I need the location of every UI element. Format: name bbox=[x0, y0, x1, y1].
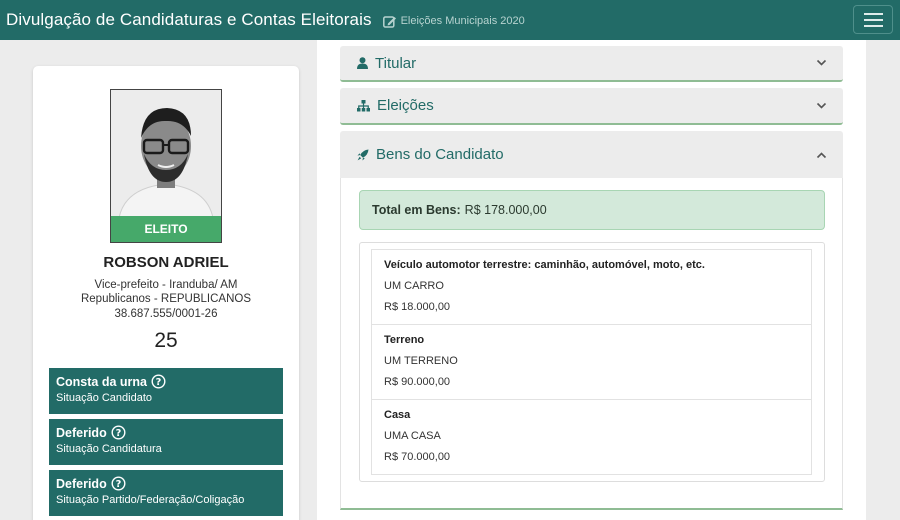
asset-value: R$ 90.000,00 bbox=[384, 376, 451, 388]
asset-description: UMA CASA bbox=[384, 430, 441, 442]
bens-panel: Total em Bens: R$ 178.000,00 Veículo aut… bbox=[340, 178, 843, 510]
accordion-eleicoes[interactable]: Eleições bbox=[340, 88, 843, 125]
election-link[interactable]: Eleições Municipais 2020 bbox=[382, 15, 525, 28]
status-desc: Situação Partido/Federação/Coligação bbox=[56, 494, 245, 506]
app-title[interactable]: Divulgação de Candidaturas e Contas Elei… bbox=[6, 10, 372, 30]
asset-kind: Terreno bbox=[384, 334, 425, 346]
svg-text:?: ? bbox=[115, 428, 121, 439]
help-icon[interactable]: ? bbox=[111, 425, 126, 440]
asset-value: R$ 18.000,00 bbox=[384, 301, 451, 313]
election-label: Eleições Municipais 2020 bbox=[400, 15, 525, 27]
status-party: Deferido ? Situação Partido/Federação/Co… bbox=[49, 470, 283, 516]
status-desc: Situação Candidatura bbox=[56, 443, 162, 455]
candidate-portrait bbox=[111, 90, 221, 218]
status-desc: Situação Candidato bbox=[56, 392, 153, 404]
total-value: R$ 178.000,00 bbox=[464, 203, 547, 217]
asset-value: R$ 70.000,00 bbox=[384, 451, 451, 463]
chevron-down-icon bbox=[816, 102, 827, 109]
total-assets-alert: Total em Bens: R$ 178.000,00 bbox=[359, 190, 825, 230]
svg-text:?: ? bbox=[156, 377, 162, 388]
candidate-card: ELEITO ROBSON ADRIEL Vice-prefeito - Ira… bbox=[33, 66, 299, 520]
status-title: Deferido bbox=[56, 476, 107, 491]
rocket-icon bbox=[357, 149, 369, 160]
user-icon bbox=[357, 57, 368, 69]
elected-badge: ELEITO bbox=[111, 216, 221, 242]
total-label: Total em Bens: bbox=[372, 203, 461, 217]
chevron-up-icon bbox=[816, 151, 827, 158]
candidate-number: 25 bbox=[154, 329, 178, 352]
asset-description: UM TERRENO bbox=[384, 355, 458, 367]
asset-description: UM CARRO bbox=[384, 280, 444, 292]
svg-text:?: ? bbox=[115, 479, 121, 490]
sitemap-icon bbox=[357, 99, 370, 111]
candidate-photo: ELEITO bbox=[110, 89, 222, 243]
candidate-name: ROBSON ADRIEL bbox=[103, 254, 229, 271]
list-item: Veículo automotor terrestre: caminhão, a… bbox=[371, 249, 812, 325]
help-icon[interactable]: ? bbox=[151, 374, 166, 389]
status-candidate: Consta da urna ? Situação Candidato bbox=[49, 368, 283, 414]
list-item: Terreno UM TERRENO R$ 90.000,00 bbox=[371, 324, 812, 400]
top-navbar: Divulgação de Candidaturas e Contas Elei… bbox=[0, 0, 900, 40]
asset-kind: Casa bbox=[384, 409, 411, 421]
accordion-titular[interactable]: Titular bbox=[340, 46, 843, 82]
help-icon[interactable]: ? bbox=[111, 476, 126, 491]
candidate-party: Republicanos - REPUBLICANOS bbox=[80, 293, 251, 305]
candidate-office: Vice-prefeito - Iranduba/ AM bbox=[94, 279, 238, 291]
accordion-bens[interactable]: Bens do Candidato bbox=[340, 131, 843, 178]
chevron-down-icon bbox=[816, 59, 827, 66]
menu-toggle-button[interactable] bbox=[853, 5, 893, 34]
asset-kind: Veículo automotor terrestre: caminhão, a… bbox=[384, 259, 705, 271]
accordion-title: Bens do Candidato bbox=[376, 146, 504, 163]
accordion-title: Titular bbox=[375, 54, 417, 72]
assets-list: Veículo automotor terrestre: caminhão, a… bbox=[359, 242, 825, 482]
details-panel: Titular Eleições Bens do Candidato Total… bbox=[317, 40, 866, 520]
edit-icon bbox=[382, 15, 396, 28]
status-title: Consta da urna bbox=[56, 374, 147, 389]
candidate-cnpj: 38.687.555/0001-26 bbox=[114, 308, 218, 320]
list-item: Casa UMA CASA R$ 70.000,00 bbox=[371, 399, 812, 475]
status-title: Deferido bbox=[56, 425, 107, 440]
status-candidacy: Deferido ? Situação Candidatura bbox=[49, 419, 283, 465]
accordion-title: Eleições bbox=[377, 97, 434, 114]
hamburger-icon bbox=[863, 12, 883, 15]
